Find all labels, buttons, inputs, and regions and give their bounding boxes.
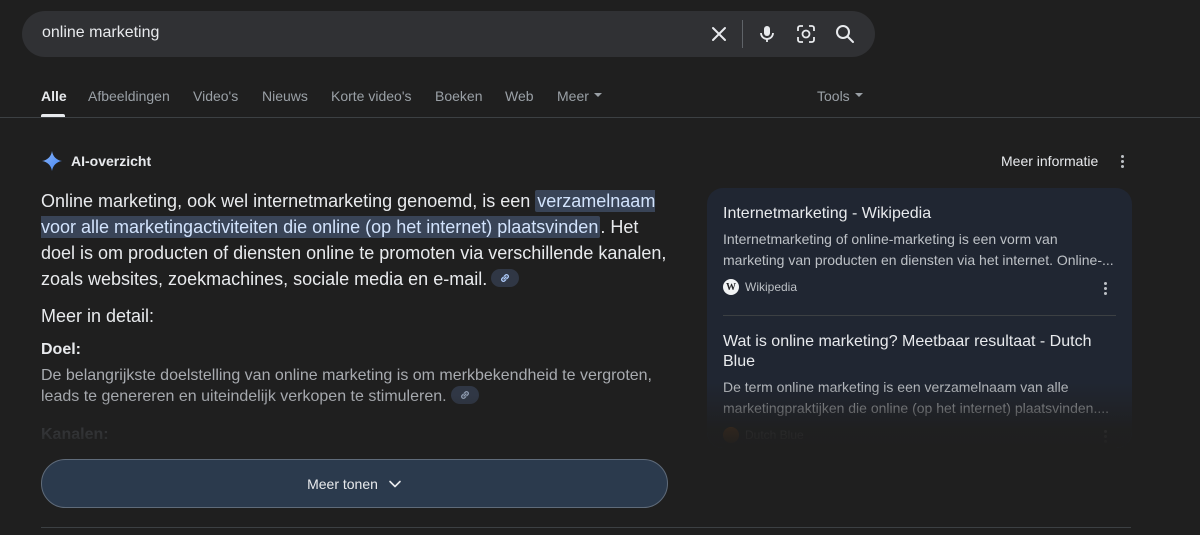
chevron-down-icon xyxy=(593,93,602,98)
tools-button[interactable]: Tools xyxy=(817,88,863,104)
wikipedia-logo-icon: W xyxy=(723,279,739,295)
source-snippet-line: De term online marketing is een verzamel… xyxy=(723,379,1069,395)
tab-short-videos[interactable]: Korte video's xyxy=(331,88,412,104)
chevron-down-icon xyxy=(389,480,401,487)
search-input[interactable]: online marketing xyxy=(42,24,159,42)
source-site: W Wikipedia xyxy=(723,279,1116,295)
search-tabs: Alle Afbeeldingen Video's Nieuws Korte v… xyxy=(0,84,1200,118)
show-more-button[interactable]: Meer tonen xyxy=(41,459,668,508)
source-snippet-line: marketing van producten en diensten via … xyxy=(723,252,1114,268)
divider xyxy=(723,315,1116,316)
tab-more[interactable]: Meer xyxy=(557,88,602,104)
tab-books[interactable]: Boeken xyxy=(435,88,482,104)
source-title[interactable]: Wat is online marketing? Meetbaar result… xyxy=(723,332,1116,372)
active-tab-indicator xyxy=(41,114,65,117)
detail-heading: Meer in detail: xyxy=(41,306,155,326)
search-bar-divider xyxy=(742,20,743,48)
more-info-link[interactable]: Meer informatie xyxy=(1001,153,1098,169)
ai-overview-title: AI-overzicht xyxy=(71,153,152,169)
sources-panel: Internetmarketing - Wikipedia Internetma… xyxy=(707,188,1132,448)
tools-label: Tools xyxy=(817,88,850,104)
ai-overview-summary: Online marketing, ook wel internetmarket… xyxy=(41,188,671,292)
mic-icon[interactable] xyxy=(755,22,779,46)
tab-videos[interactable]: Video's xyxy=(193,88,238,104)
source-card[interactable]: Internetmarketing - Wikipedia Internetma… xyxy=(723,204,1116,295)
source-card[interactable]: Wat is online marketing? Meetbaar result… xyxy=(723,332,1116,443)
more-options-icon[interactable] xyxy=(1114,153,1130,169)
channels-label: Kanalen: xyxy=(41,426,109,443)
goal-text-content: De belangrijkste doelstelling van online… xyxy=(41,367,652,405)
link-icon[interactable] xyxy=(491,269,520,288)
source-site-name: Wikipedia xyxy=(745,280,798,294)
source-title[interactable]: Internetmarketing - Wikipedia xyxy=(723,204,1116,224)
sparkle-icon xyxy=(42,151,62,171)
show-more-label: Meer tonen xyxy=(307,475,378,492)
goal-text: De belangrijkste doelstelling van online… xyxy=(41,365,671,407)
link-icon[interactable] xyxy=(450,385,479,404)
close-icon[interactable] xyxy=(707,22,731,46)
dutch-blue-logo-icon xyxy=(723,427,739,443)
tab-more-label: Meer xyxy=(557,88,589,104)
tab-web[interactable]: Web xyxy=(505,88,534,104)
source-snippet: De term online marketing is een verzamel… xyxy=(723,377,1116,419)
divider xyxy=(41,527,1131,528)
search-icon[interactable] xyxy=(833,22,857,46)
source-snippet: Internetmarketing of online-marketing is… xyxy=(723,229,1116,271)
search-results-page: online marketing Alle Afbeeldingen Video… xyxy=(0,0,1200,535)
source-site: Dutch Blue xyxy=(723,427,1116,443)
chevron-down-icon xyxy=(854,93,863,98)
source-snippet-line: Internetmarketing of online-marketing is… xyxy=(723,231,1058,247)
goal-label: Doel: xyxy=(41,341,81,358)
more-options-icon[interactable] xyxy=(1097,428,1113,444)
tab-news[interactable]: Nieuws xyxy=(262,88,308,104)
search-bar[interactable]: online marketing xyxy=(22,11,875,57)
tab-images[interactable]: Afbeeldingen xyxy=(88,88,170,104)
more-options-icon[interactable] xyxy=(1097,280,1113,296)
source-snippet-line: marketingpraktijken die online (op het i… xyxy=(723,400,1109,416)
summary-text: Online marketing, ook wel internetmarket… xyxy=(41,191,536,211)
source-site-name: Dutch Blue xyxy=(745,428,804,442)
camera-lens-icon[interactable] xyxy=(794,22,818,46)
ai-overview-header: AI-overzicht xyxy=(41,150,151,172)
tab-all[interactable]: Alle xyxy=(41,88,67,104)
